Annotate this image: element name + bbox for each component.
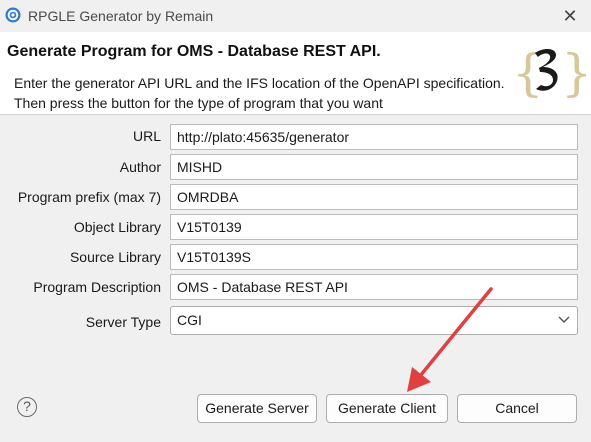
author-field[interactable]: MISHD [170,154,578,180]
brand-logo: { } [512,44,586,102]
program-prefix-field[interactable]: OMRDBA [170,184,578,210]
logo-right-brace: } [561,44,586,102]
author-label: Author [119,159,161,175]
server-type-select[interactable]: CGI [170,306,578,335]
generate-client-button[interactable]: Generate Client [326,394,448,423]
title-bar: RPGLE Generator by Remain ✕ [0,0,591,32]
object-library-label: Object Library [73,219,161,235]
app-icon [5,7,21,23]
source-library-label: Source Library [69,249,161,265]
chevron-down-icon[interactable] [557,311,571,329]
dialog-title: Generate Program for OMS - Database REST… [7,43,381,60]
help-icon[interactable]: ? [17,397,37,417]
url-field[interactable]: http://plato:45635/generator [170,124,578,150]
cancel-button[interactable]: Cancel [457,394,577,423]
close-icon[interactable]: ✕ [559,6,581,26]
source-library-field[interactable]: V15T0139S [170,244,578,270]
server-type-value: CGI [177,312,202,328]
object-library-field[interactable]: V15T0139 [170,214,578,240]
url-label: URL [132,128,161,144]
window-title: RPGLE Generator by Remain [28,8,214,24]
program-description-label: Program Description [33,279,161,295]
program-description-field[interactable]: OMS - Database REST API [170,274,578,300]
generate-server-button[interactable]: Generate Server [197,394,317,423]
dialog-description: Enter the generator API URL and the IFS … [14,75,505,111]
program-prefix-label: Program prefix (max 7) [17,189,161,205]
server-type-label: Server Type [85,314,161,330]
